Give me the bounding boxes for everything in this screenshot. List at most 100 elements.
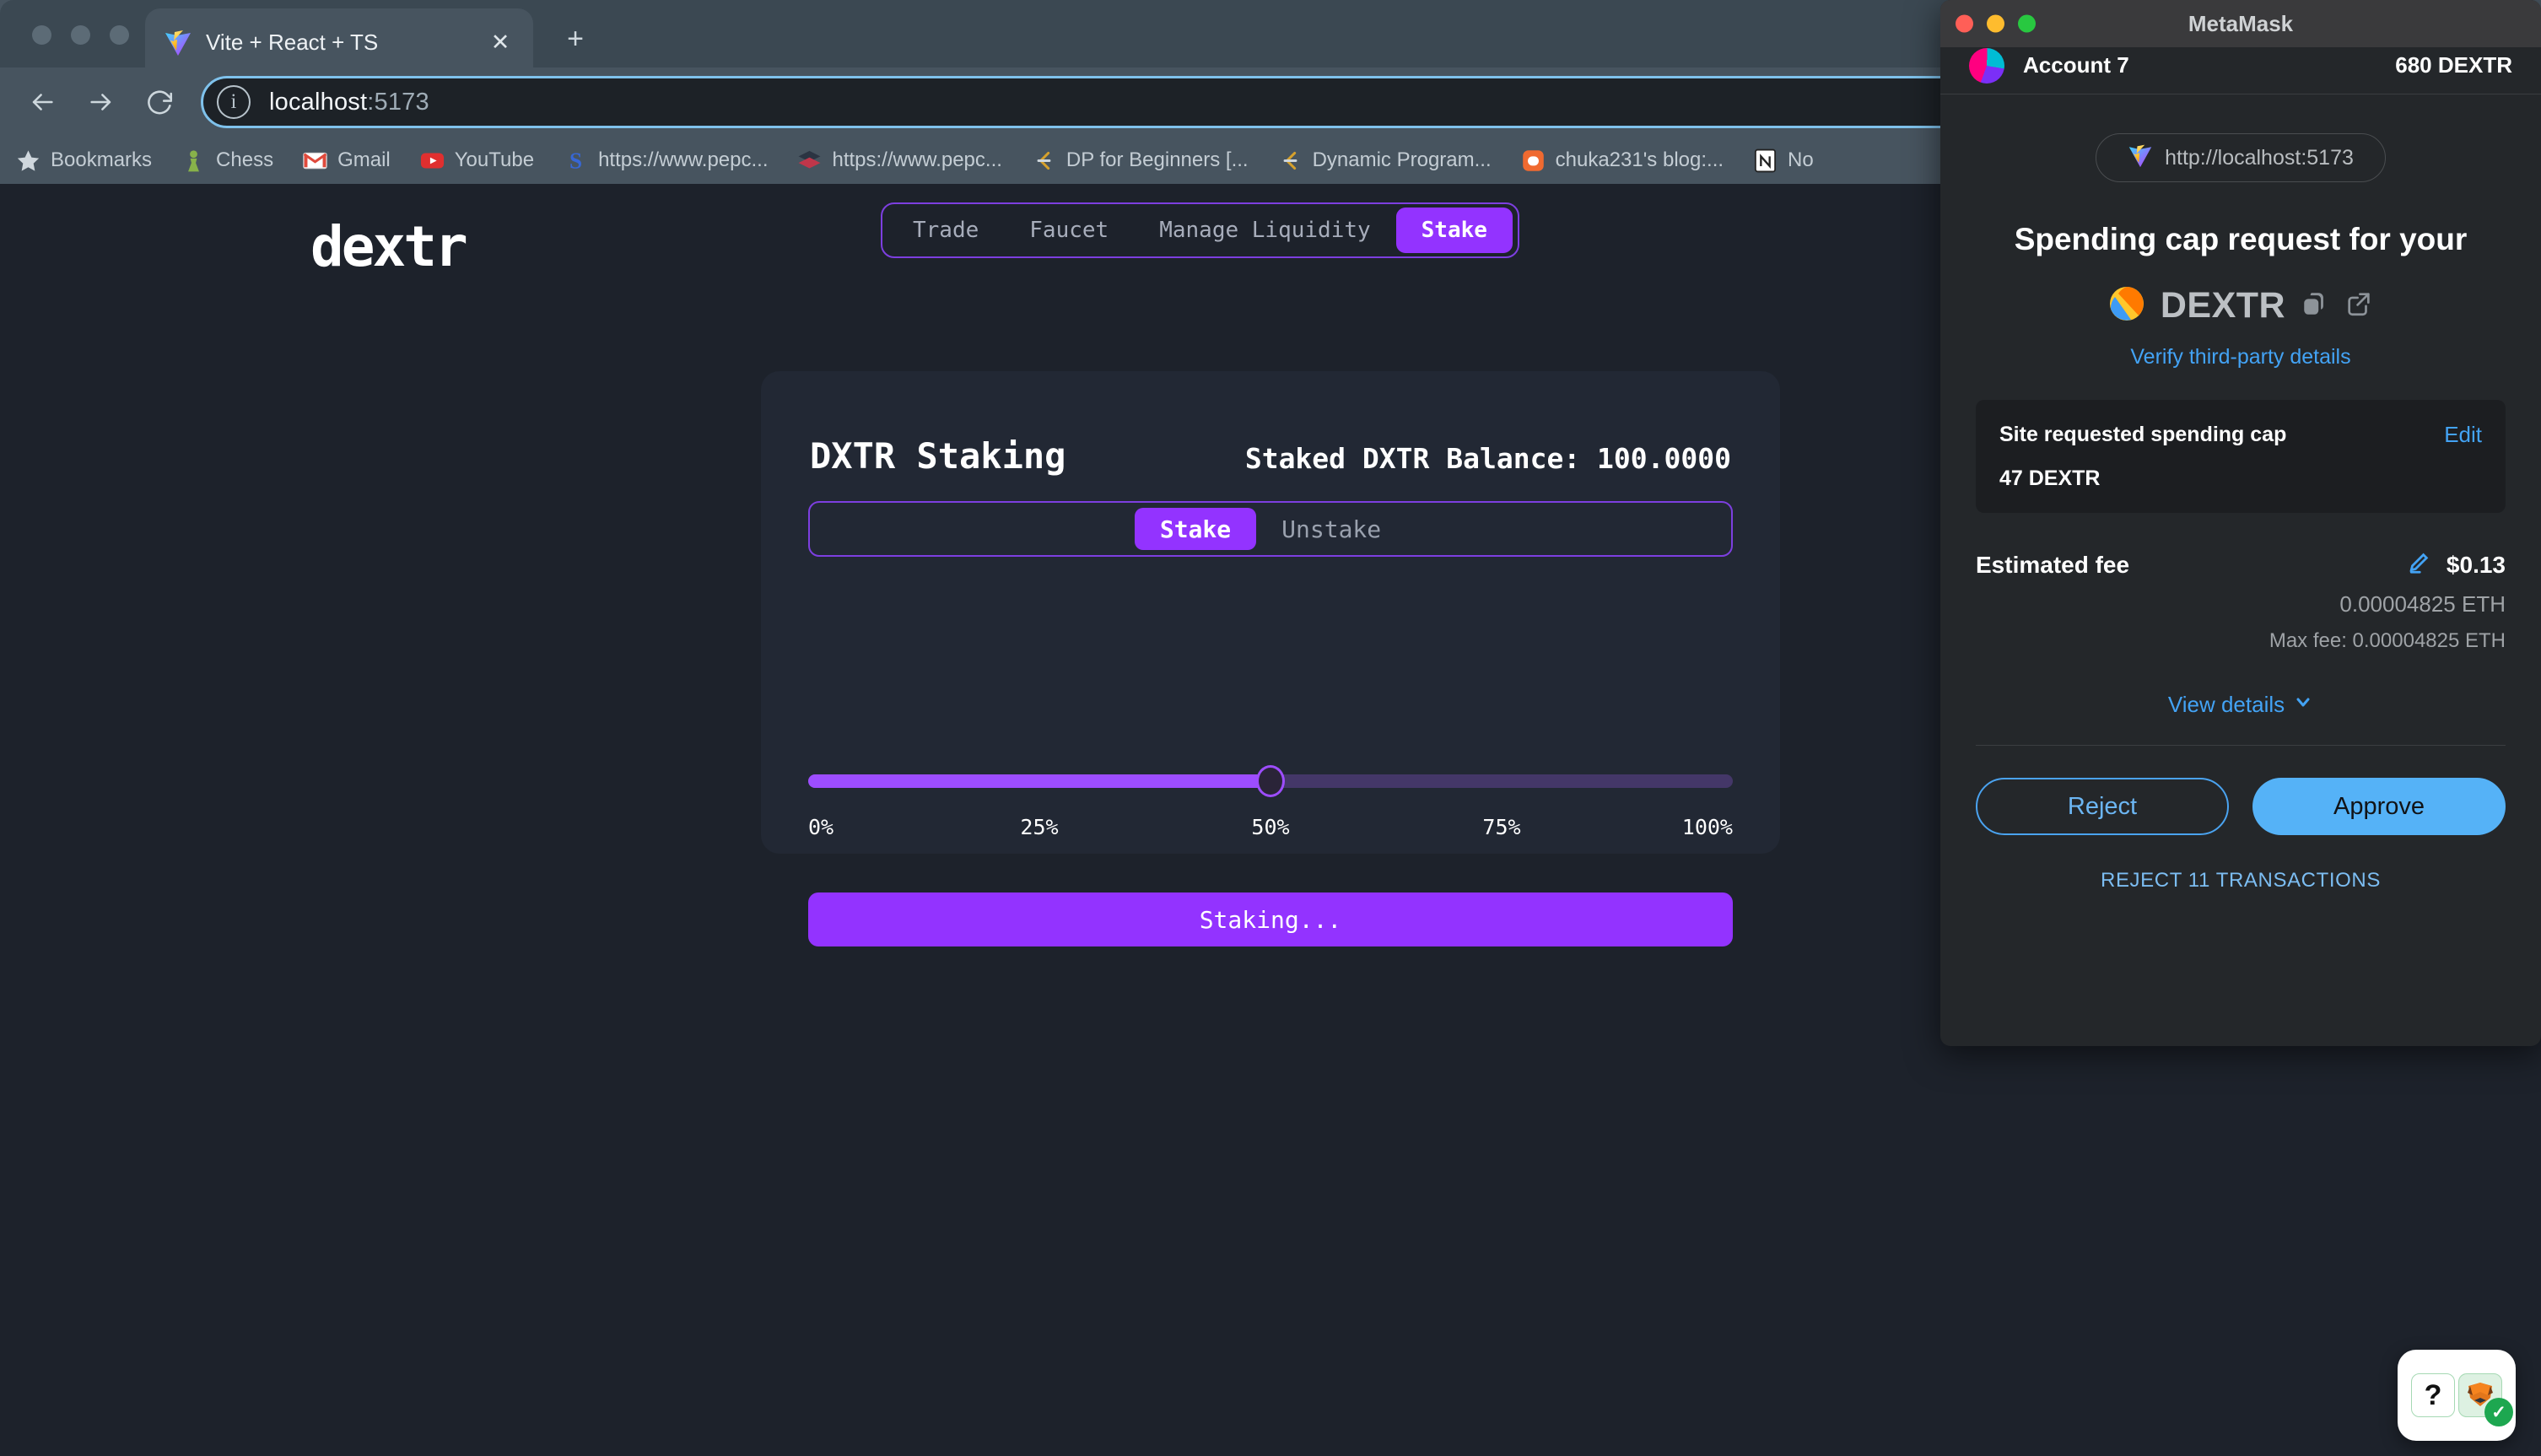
close-window-button[interactable] bbox=[1956, 14, 1973, 33]
list-item[interactable]: Gmail bbox=[302, 148, 391, 174]
view-details-button[interactable]: View details bbox=[1976, 692, 2506, 718]
estimated-fee-eth: 0.00004825 ETH bbox=[2339, 591, 2506, 617]
spending-cap-header: Site requested spending cap Edit bbox=[1999, 422, 2482, 448]
forward-icon[interactable] bbox=[78, 78, 125, 126]
list-item[interactable]: https://www.pepc... bbox=[796, 148, 1002, 174]
url-port: :5173 bbox=[367, 88, 429, 116]
metamask-title: MetaMask bbox=[2188, 10, 2294, 36]
metamask-body: http://localhost:5173 Spending cap reque… bbox=[1940, 133, 2541, 892]
url-host: localhost bbox=[269, 88, 368, 116]
approve-button[interactable]: Approve bbox=[2252, 778, 2506, 836]
list-item[interactable]: Bookmarks bbox=[15, 148, 152, 174]
nav-item-stake[interactable]: Stake bbox=[1395, 208, 1513, 253]
bookmark-label: Bookmarks bbox=[51, 148, 153, 171]
reject-button[interactable]: Reject bbox=[1976, 778, 2229, 836]
chess-pawn-icon bbox=[181, 148, 207, 174]
bookmark-label: chuka231's blog:... bbox=[1555, 148, 1724, 171]
amount-slider[interactable]: 0% 25% 50% 75% 100% bbox=[808, 765, 1733, 844]
tab-stake[interactable]: Stake bbox=[1134, 508, 1257, 550]
bookmark-label: No bbox=[1788, 148, 1814, 171]
maximize-window-button[interactable] bbox=[2018, 14, 2036, 33]
metamask-traffic-lights[interactable] bbox=[1956, 14, 2036, 33]
staked-balance: Staked DXTR Balance: 100.0000 bbox=[1244, 442, 1731, 475]
metamask-connection-widget[interactable]: ? ✓ bbox=[2398, 1350, 2516, 1441]
site-origin-url: http://localhost:5173 bbox=[2165, 145, 2354, 170]
maximize-window-button[interactable] bbox=[110, 25, 129, 45]
external-link-icon[interactable] bbox=[2344, 289, 2373, 322]
slider-thumb[interactable] bbox=[1256, 765, 1285, 797]
window-traffic-lights[interactable] bbox=[32, 25, 129, 45]
back-icon[interactable] bbox=[19, 78, 66, 126]
minimize-window-button[interactable] bbox=[1987, 14, 2004, 33]
bookmark-label: DP for Beginners [... bbox=[1065, 148, 1249, 171]
gmail-icon bbox=[302, 148, 328, 174]
star-icon bbox=[15, 148, 41, 174]
reject-all-transactions-link[interactable]: REJECT 11 TRANSACTIONS bbox=[1976, 869, 2506, 892]
stake-unstake-toggle: Stake Unstake bbox=[808, 501, 1733, 557]
account-balance: 680 DEXTR bbox=[2395, 52, 2512, 78]
nav-item-manage-liquidity[interactable]: Manage Liquidity bbox=[1134, 208, 1395, 253]
book-icon bbox=[796, 148, 823, 174]
leetcode-icon bbox=[1031, 148, 1057, 174]
tab-title: Vite + React + TS bbox=[206, 29, 379, 55]
leetcode-icon bbox=[1277, 148, 1303, 174]
minimize-window-button[interactable] bbox=[71, 25, 90, 45]
list-item[interactable]: S https://www.pepc... bbox=[563, 148, 768, 174]
stake-action-button[interactable]: Staking... bbox=[808, 892, 1733, 946]
screen: Vite + React + TS ✕ + i localhost:5173 B… bbox=[0, 0, 2541, 1456]
close-window-button[interactable] bbox=[32, 25, 51, 45]
bookmark-label: Dynamic Program... bbox=[1312, 148, 1492, 171]
tab-unstake[interactable]: Unstake bbox=[1256, 508, 1406, 550]
slider-tick-25: 25% bbox=[1020, 815, 1059, 839]
reload-icon[interactable] bbox=[137, 78, 184, 126]
slider-track[interactable] bbox=[808, 765, 1733, 797]
staking-card-header: DXTR Staking Staked DXTR Balance: 100.00… bbox=[810, 435, 1731, 477]
page-title: DXTR Staking bbox=[810, 435, 1066, 477]
main-nav: Trade Faucet Manage Liquidity Stake bbox=[881, 202, 1519, 258]
stack-overflow-icon: S bbox=[563, 148, 589, 174]
spending-cap-label: Site requested spending cap bbox=[1999, 423, 2287, 447]
list-item[interactable]: Chess bbox=[181, 148, 273, 174]
bookmark-label: Gmail bbox=[337, 148, 391, 171]
token-row: DEXTR bbox=[1976, 285, 2506, 326]
list-item[interactable]: DP for Beginners [... bbox=[1031, 148, 1249, 174]
edit-spending-cap-button[interactable]: Edit bbox=[2444, 422, 2482, 448]
slider-tick-50: 50% bbox=[1251, 815, 1290, 839]
list-item[interactable]: chuka231's blog:... bbox=[1520, 148, 1724, 174]
svg-text:S: S bbox=[569, 148, 582, 173]
app-logo[interactable]: dextr bbox=[310, 214, 468, 279]
verify-third-party-link[interactable]: Verify third-party details bbox=[1976, 345, 2506, 369]
view-details-label: View details bbox=[2167, 692, 2285, 718]
token-symbol: DEXTR bbox=[2160, 285, 2286, 326]
slider-ticks: 0% 25% 50% 75% 100% bbox=[808, 815, 1733, 844]
estimated-fee-row: Estimated fee $0.13 bbox=[1976, 550, 2506, 580]
youtube-icon bbox=[419, 148, 445, 174]
slider-tick-100: 100% bbox=[1681, 815, 1733, 839]
nav-item-trade[interactable]: Trade bbox=[887, 208, 1004, 253]
nav-item-faucet[interactable]: Faucet bbox=[1004, 208, 1134, 253]
chevron-down-icon bbox=[2293, 692, 2313, 718]
list-item[interactable]: No bbox=[1752, 148, 1814, 174]
estimated-fee-usd: $0.13 bbox=[2446, 551, 2506, 578]
vite-icon bbox=[164, 28, 192, 57]
list-item[interactable]: YouTube bbox=[419, 148, 534, 174]
metamask-window: MetaMask Account 7 680 DEXTR http://loca… bbox=[1940, 0, 2541, 1046]
pencil-icon[interactable] bbox=[2406, 550, 2431, 580]
estimated-fee-section: Estimated fee $0.13 0.00004825 ETH Max f… bbox=[1976, 550, 2506, 653]
metamask-fox-icon[interactable]: ✓ bbox=[2458, 1373, 2513, 1426]
bookmark-label: YouTube bbox=[454, 148, 535, 171]
copy-icon[interactable] bbox=[2301, 289, 2329, 322]
slider-tick-0: 0% bbox=[808, 815, 834, 839]
metamask-titlebar: MetaMask bbox=[1940, 0, 2541, 47]
spending-cap-heading: Spending cap request for your bbox=[2014, 222, 2468, 256]
bookmark-label: https://www.pepc... bbox=[832, 148, 1002, 171]
site-origin-chip: http://localhost:5173 bbox=[2096, 133, 2386, 182]
check-icon: ✓ bbox=[2484, 1398, 2513, 1426]
new-tab-button[interactable]: + bbox=[557, 22, 594, 59]
bookmark-label: Chess bbox=[216, 148, 274, 171]
info-icon[interactable]: i bbox=[217, 85, 251, 119]
close-icon[interactable]: ✕ bbox=[486, 28, 515, 57]
browser-tab[interactable]: Vite + React + TS ✕ bbox=[145, 8, 533, 76]
slider-tick-75: 75% bbox=[1482, 815, 1521, 839]
list-item[interactable]: Dynamic Program... bbox=[1277, 148, 1492, 174]
